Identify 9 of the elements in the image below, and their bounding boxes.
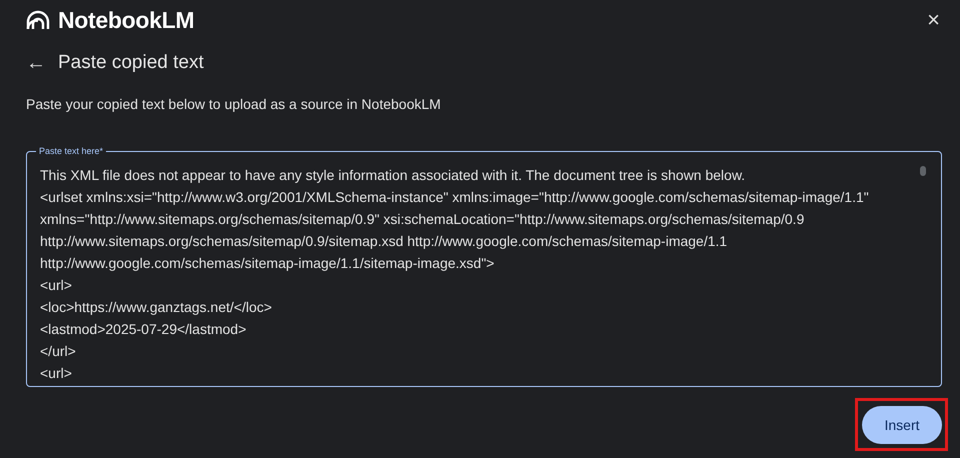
- logo-icon: [26, 10, 50, 30]
- scrollbar-thumb[interactable]: [920, 166, 926, 176]
- close-button[interactable]: ×: [925, 7, 942, 33]
- back-button[interactable]: ←: [26, 52, 46, 74]
- description-text: Paste your copied text below to upload as a source in NotebookLM: [26, 96, 442, 112]
- app-title: NotebookLM: [58, 6, 194, 34]
- insert-button[interactable]: Insert: [862, 406, 942, 444]
- page-title: Paste copied text: [58, 52, 204, 74]
- field-label: Paste text here*: [36, 145, 106, 157]
